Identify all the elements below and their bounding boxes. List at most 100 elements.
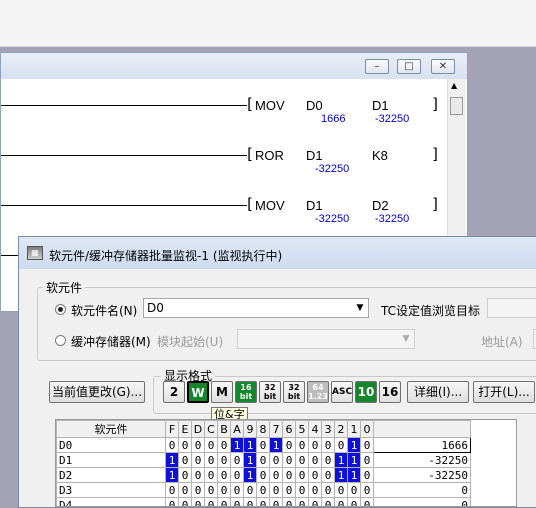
format-word-button[interactable]: W — [187, 381, 209, 403]
bit-cell[interactable]: 0 — [308, 437, 322, 453]
format-bit-word-button[interactable]: M — [211, 381, 233, 403]
bit-cell[interactable]: 0 — [321, 437, 335, 453]
bit-cell[interactable]: 0 — [282, 437, 296, 453]
close-button[interactable]: ✕ — [431, 59, 455, 74]
bit-cell[interactable]: 0 — [256, 467, 270, 483]
format-32bit-button[interactable]: 32 bit — [259, 381, 281, 403]
bit-cell[interactable]: 0 — [256, 452, 270, 468]
bit-cell[interactable]: 1 — [269, 437, 283, 453]
bit-cell[interactable]: 0 — [204, 452, 218, 468]
bit-cell[interactable]: 0 — [178, 482, 192, 498]
change-current-value-button[interactable]: 当前值更改(G)... — [49, 381, 145, 403]
bit-cell[interactable]: 0 — [178, 437, 192, 453]
format-float-button[interactable]: 32 bit — [283, 381, 305, 403]
bit-cell[interactable]: 0 — [165, 482, 179, 498]
value-cell[interactable]: -32250 — [373, 467, 471, 483]
bit-cell[interactable]: 0 — [295, 482, 309, 498]
bit-cell[interactable]: 0 — [230, 467, 244, 483]
minimize-button[interactable]: – — [365, 59, 389, 74]
bit-cell[interactable]: 0 — [308, 482, 322, 498]
bit-cell[interactable]: 1 — [334, 467, 348, 483]
bit-cell[interactable]: 0 — [243, 482, 257, 498]
device-monitor-grid[interactable]: 软元件 F E D C B A 9 8 7 6 5 4 3 2 1 0 D0 0… — [55, 419, 517, 507]
table-row[interactable]: D1 1 0 0 0 0 0 1 0 0 0 0 0 0 1 1 0 -32250 — [56, 452, 471, 468]
radio-device-name-label[interactable]: 软元件名(N) — [71, 302, 137, 319]
bit-cell[interactable]: 0 — [295, 437, 309, 453]
bit-cell[interactable]: 0 — [269, 452, 283, 468]
radio-buffer-memory-label[interactable]: 缓冲存储器(M) — [71, 333, 151, 350]
bit-cell[interactable]: 1 — [334, 452, 348, 468]
device-name-cell: D3 — [56, 482, 166, 498]
bit-cell[interactable]: 0 — [269, 467, 283, 483]
bit-cell[interactable]: 1 — [243, 437, 257, 453]
bit-cell[interactable]: 0 — [334, 437, 348, 453]
bit-cell[interactable]: 1 — [347, 452, 361, 468]
bit-cell[interactable]: 0 — [204, 467, 218, 483]
table-row[interactable]: D0 0 0 0 0 0 1 1 0 1 0 0 0 0 0 1 0 1666 — [56, 437, 471, 453]
radio-buffer-memory[interactable] — [55, 335, 66, 346]
bit-cell[interactable]: 0 — [360, 467, 374, 483]
details-button[interactable]: 详细(I)... — [407, 381, 469, 403]
bit-cell[interactable]: 0 — [282, 467, 296, 483]
bit-cell[interactable]: 0 — [347, 482, 361, 498]
restore-button[interactable]: □ — [397, 59, 421, 74]
format-hex-button[interactable]: 16 — [379, 381, 401, 403]
bit-cell[interactable]: 0 — [308, 452, 322, 468]
scroll-up-icon[interactable]: ▲ — [451, 81, 457, 90]
bit-cell[interactable]: 1 — [165, 467, 179, 483]
bit-cell[interactable]: 0 — [204, 482, 218, 498]
bit-cell[interactable]: 0 — [217, 437, 231, 453]
bit-cell[interactable]: 0 — [295, 452, 309, 468]
bit-cell[interactable]: 0 — [321, 467, 335, 483]
bit-cell[interactable]: 0 — [256, 482, 270, 498]
bit-cell[interactable]: 0 — [282, 452, 296, 468]
bit-cell[interactable]: 0 — [204, 437, 218, 453]
bit-cell[interactable]: 0 — [308, 467, 322, 483]
bit-cell[interactable]: 0 — [230, 452, 244, 468]
bit-cell[interactable]: 1 — [243, 452, 257, 468]
rung-line — [1, 155, 247, 156]
bit-cell[interactable]: 0 — [217, 467, 231, 483]
bit-cell[interactable]: 0 — [178, 452, 192, 468]
bit-cell[interactable]: 0 — [165, 437, 179, 453]
bit-cell[interactable]: 1 — [165, 452, 179, 468]
format-binary-button[interactable]: 2 — [163, 381, 185, 403]
bit-cell[interactable]: 0 — [191, 467, 205, 483]
bit-cell[interactable]: 0 — [269, 482, 283, 498]
table-row[interactable]: D3 0 0 0 0 0 0 0 0 0 0 0 0 0 0 0 0 0 — [56, 482, 471, 498]
bit-cell[interactable]: 0 — [191, 452, 205, 468]
scrollbar-thumb[interactable] — [450, 97, 463, 115]
format-decimal-button[interactable]: 10 — [355, 381, 377, 403]
bit-cell[interactable]: 1 — [243, 467, 257, 483]
format-16bit-button[interactable]: 16 bit — [235, 381, 257, 403]
bit-cell[interactable]: 0 — [360, 437, 374, 453]
bit-cell[interactable]: 1 — [347, 437, 361, 453]
table-row[interactable]: D2 1 0 0 0 0 0 1 0 0 0 0 0 0 1 1 0 -32250 — [56, 467, 471, 483]
bit-cell[interactable]: 0 — [295, 467, 309, 483]
bit-cell[interactable]: 0 — [178, 467, 192, 483]
header-bit: E — [178, 420, 192, 438]
bit-cell[interactable]: 0 — [217, 482, 231, 498]
bit-cell[interactable]: 0 — [191, 482, 205, 498]
open-button[interactable]: 打开(L)... — [473, 381, 535, 403]
value-cell[interactable]: 1666 — [373, 437, 471, 453]
chevron-down-icon[interactable]: ▼ — [352, 299, 368, 317]
bit-cell[interactable]: 1 — [230, 437, 244, 453]
bit-cell[interactable]: 0 — [282, 482, 296, 498]
value-cell[interactable]: 0 — [373, 482, 471, 498]
bit-cell[interactable]: 0 — [230, 482, 244, 498]
bit-cell[interactable]: 1 — [347, 467, 361, 483]
device-name-cell: D0 — [56, 437, 166, 453]
bit-cell[interactable]: 0 — [334, 482, 348, 498]
radio-device-name[interactable] — [55, 304, 66, 315]
value-cell[interactable]: -32250 — [373, 452, 471, 468]
format-ascii-button[interactable]: ASC — [331, 381, 353, 403]
bit-cell[interactable]: 0 — [191, 437, 205, 453]
bit-cell[interactable]: 0 — [360, 452, 374, 468]
device-name-combo[interactable]: D0 ▼ — [143, 298, 369, 318]
bit-cell[interactable]: 0 — [321, 452, 335, 468]
bit-cell[interactable]: 0 — [217, 452, 231, 468]
bit-cell[interactable]: 0 — [321, 482, 335, 498]
bit-cell[interactable]: 0 — [256, 437, 270, 453]
bit-cell[interactable]: 0 — [360, 482, 374, 498]
